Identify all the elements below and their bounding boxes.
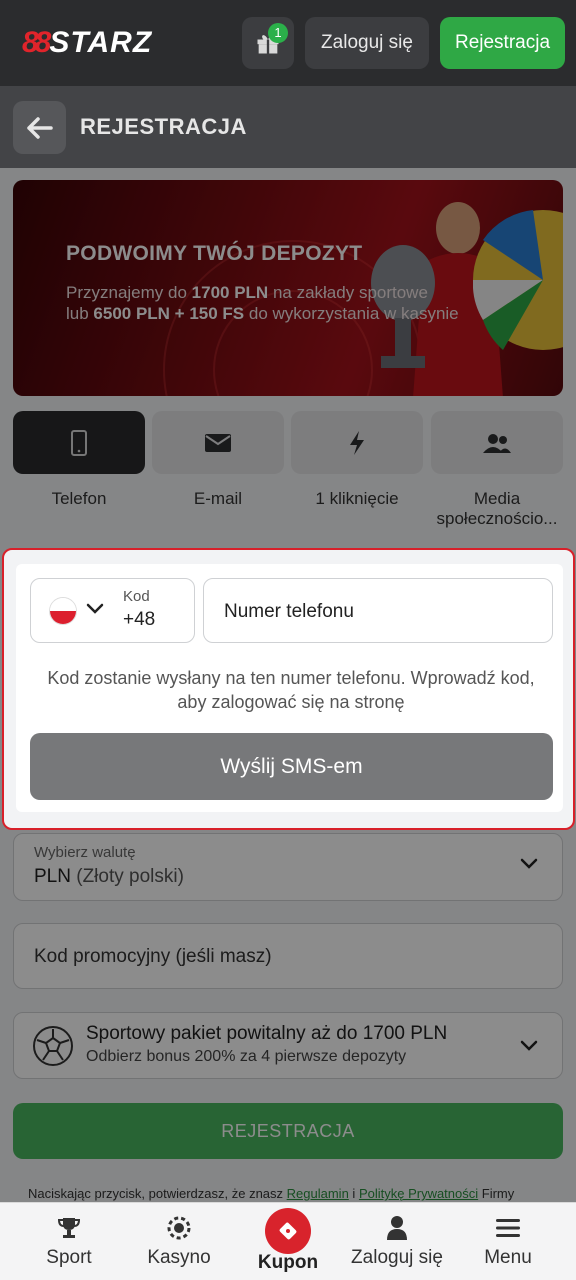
register-button[interactable]: Rejestracja [440, 17, 565, 69]
poland-flag-icon [49, 597, 77, 625]
top-header: 88 STARZ 1 Zaloguj się Rejestracja [0, 0, 576, 86]
gift-count-badge: 1 [268, 23, 288, 43]
phone-form-panel: Kod +48 Numer telefonu Kod zostanie wysł… [16, 564, 563, 812]
logo-name: STARZ [49, 26, 153, 59]
phone-form-highlight: Kod +48 Numer telefonu Kod zostanie wysł… [2, 548, 575, 830]
nav-label: Zaloguj się [351, 1247, 443, 1268]
code-caption: Kod [123, 588, 150, 605]
page-subheader: REJESTRACJA [0, 86, 576, 168]
nav-kupon-button[interactable] [265, 1208, 311, 1254]
code-value: +48 [123, 609, 156, 630]
casino-chip-icon [167, 1216, 191, 1240]
login-button[interactable]: Zaloguj się [305, 17, 429, 69]
page-title: REJESTRACJA [80, 114, 247, 139]
nav-login[interactable]: Zaloguj się [343, 1203, 451, 1280]
send-sms-button[interactable]: Wyślij SMS-em [30, 733, 553, 800]
gift-button[interactable]: 1 [242, 17, 294, 69]
phone-placeholder: Numer telefonu [224, 601, 354, 622]
arrow-left-icon [26, 116, 53, 139]
country-code-select[interactable]: Kod +48 [30, 578, 195, 643]
nav-kupon-label: Kupon [257, 1252, 319, 1273]
nav-menu[interactable]: Menu [468, 1203, 548, 1280]
phone-number-input[interactable]: Numer telefonu [203, 578, 553, 643]
trophy-icon [57, 1218, 81, 1238]
user-icon [387, 1216, 407, 1240]
hamburger-menu-icon [496, 1219, 520, 1237]
brand-logo[interactable]: 88 STARZ [22, 26, 152, 60]
nav-label: Menu [484, 1247, 532, 1268]
nav-casino[interactable]: Kasyno [138, 1203, 220, 1280]
back-button[interactable] [13, 101, 66, 154]
chevron-down-icon [86, 603, 104, 614]
ticket-icon [279, 1222, 297, 1240]
logo-mark: 88 [22, 26, 51, 59]
sms-hint-text: Kod zostanie wysłany na ten numer telefo… [47, 668, 535, 712]
nav-sport[interactable]: Sport [28, 1203, 110, 1280]
nav-label: Sport [46, 1247, 92, 1268]
nav-label: Kasyno [147, 1247, 211, 1268]
